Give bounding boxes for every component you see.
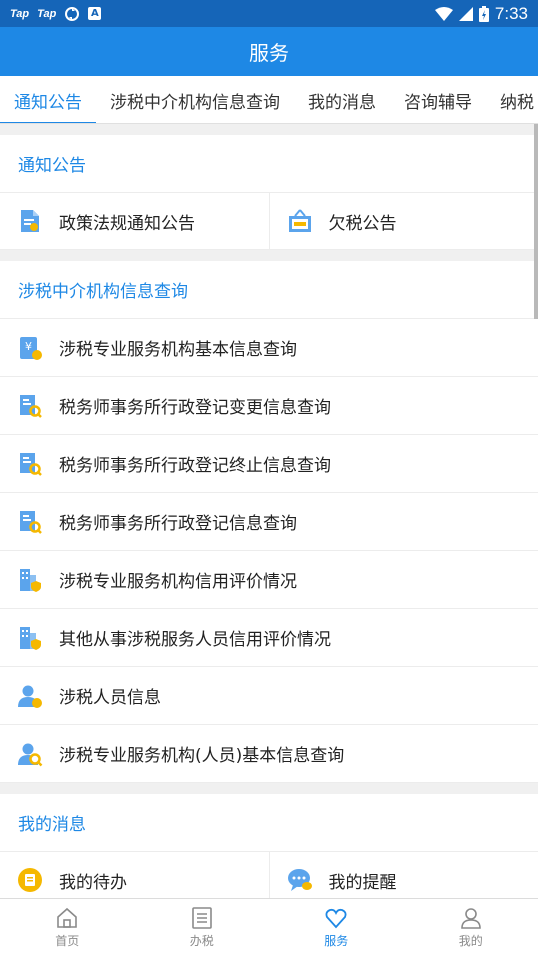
nav-home[interactable]: 首页: [0, 899, 135, 956]
profile-icon: [460, 908, 481, 929]
person-search-icon: [18, 743, 43, 766]
my-reminder-label: 我的提醒: [328, 872, 397, 893]
my-todo-item[interactable]: 我的待办: [0, 852, 269, 898]
section-title-agency: 涉税中介机构信息查询: [0, 261, 538, 319]
agency-section: 涉税中介机构信息查询 ¥ 涉税专业服务机构基本信息查询 税务师事务所行政登记变更…: [0, 261, 538, 783]
main-content[interactable]: 通知公告 政策法规通知公告 欠税公告 涉税中介机构信息查询 ¥ 涉税专业服务机构…: [0, 124, 538, 898]
notice-section: 通知公告 政策法规通知公告 欠税公告: [0, 135, 538, 250]
firm-registration-label: 税务师事务所行政登记信息查询: [59, 514, 297, 534]
cell-signal-icon: [458, 6, 473, 21]
policy-notice-item[interactable]: 政策法规通知公告: [0, 193, 269, 249]
policy-doc-icon: [21, 210, 39, 232]
tax-arrears-board-icon: [288, 209, 311, 232]
agency-basic-info-item[interactable]: ¥ 涉税专业服务机构基本信息查询: [0, 319, 538, 377]
tax-arrears-item[interactable]: 欠税公告: [268, 193, 538, 249]
agency-credit-label: 涉税专业服务机构信用评价情况: [59, 572, 297, 592]
sync-icon: [65, 6, 80, 21]
tab-agency-query[interactable]: 涉税中介机构信息查询: [96, 76, 294, 123]
staff-credit-label: 其他从事涉税服务人员信用评价情况: [59, 630, 331, 650]
notice-row: 政策法规通知公告 欠税公告: [0, 193, 538, 250]
nav-service-label: 服务: [324, 934, 349, 948]
battery-icon: [478, 5, 489, 22]
agency-credit-item[interactable]: 涉税专业服务机构信用评价情况: [0, 551, 538, 609]
nav-mine-label: 我的: [458, 934, 483, 948]
tab-bar: 通知公告 涉税中介机构信息查询 我的消息 咨询辅导 纳税: [0, 76, 538, 124]
my-todo-label: 我的待办: [59, 872, 127, 893]
messages-section: 我的消息 我的待办 我的提醒: [0, 794, 538, 898]
svg-text:¥: ¥: [25, 340, 32, 353]
tax-staff-info-item[interactable]: 涉税人员信息: [0, 667, 538, 725]
status-bar: Tap Tap A 7:33: [0, 0, 538, 27]
building-credit-icon: [20, 626, 41, 650]
staff-credit-item[interactable]: 其他从事涉税服务人员信用评价情况: [0, 609, 538, 667]
section-title-messages: 我的消息: [0, 794, 538, 852]
messages-row: 我的待办 我的提醒: [0, 852, 538, 898]
tab-consulting[interactable]: 咨询辅导: [390, 76, 486, 123]
taptap-notification-icon-2: Tap: [37, 7, 57, 20]
a-badge-icon: A: [88, 7, 102, 20]
doc-search-icon: [20, 510, 42, 534]
heart-service-icon: [325, 908, 347, 929]
todo-icon: [18, 868, 42, 892]
my-reminder-item[interactable]: 我的提醒: [268, 852, 538, 898]
title-bar: 服务: [0, 27, 538, 76]
bottom-nav: 首页 办税 服务 我的: [0, 898, 538, 956]
firm-termination-item[interactable]: 税务师事务所行政登记终止信息查询: [0, 435, 538, 493]
taptap-notification-icon: Tap: [10, 7, 30, 20]
nav-home-label: 首页: [55, 934, 80, 948]
tax-arrears-label: 欠税公告: [328, 213, 397, 234]
doc-search-icon: [20, 394, 42, 418]
tab-notice[interactable]: 通知公告: [0, 76, 96, 123]
tax-staff-info-label: 涉税人员信息: [59, 688, 161, 708]
home-icon: [57, 907, 78, 928]
agency-staff-basic-item[interactable]: 涉税专业服务机构(人员)基本信息查询: [0, 725, 538, 783]
tab-my-messages[interactable]: 我的消息: [294, 76, 390, 123]
scrollbar[interactable]: [534, 124, 538, 319]
doc-search-icon: [20, 452, 42, 476]
nav-tax-label: 办税: [189, 934, 214, 948]
firm-registration-item[interactable]: 税务师事务所行政登记信息查询: [0, 493, 538, 551]
nav-service[interactable]: 服务: [269, 899, 404, 956]
yen-doc-icon: ¥: [20, 336, 42, 360]
tax-list-icon: [191, 907, 212, 929]
firm-change-item[interactable]: 税务师事务所行政登记变更信息查询: [0, 377, 538, 435]
system-status: 7:33: [434, 3, 528, 24]
notification-icons: Tap Tap A: [10, 6, 102, 22]
nav-tax[interactable]: 办税: [135, 899, 270, 956]
wifi-icon: [434, 6, 453, 21]
agency-staff-basic-label: 涉税专业服务机构(人员)基本信息查询: [59, 746, 345, 766]
clock: 7:33: [494, 3, 528, 23]
agency-basic-info-label: 涉税专业服务机构基本信息查询: [59, 340, 297, 360]
nav-mine[interactable]: 我的: [404, 899, 538, 956]
policy-notice-label: 政策法规通知公告: [59, 213, 195, 234]
person-badge-icon: [18, 685, 42, 708]
firm-termination-label: 税务师事务所行政登记终止信息查询: [59, 456, 331, 476]
firm-change-label: 税务师事务所行政登记变更信息查询: [59, 398, 331, 418]
reminder-chat-icon: [287, 869, 312, 891]
page-title: 服务: [249, 41, 289, 65]
building-credit-icon: [20, 568, 41, 592]
section-title-notice: 通知公告: [0, 135, 538, 193]
tab-taxpayer[interactable]: 纳税: [486, 76, 538, 123]
